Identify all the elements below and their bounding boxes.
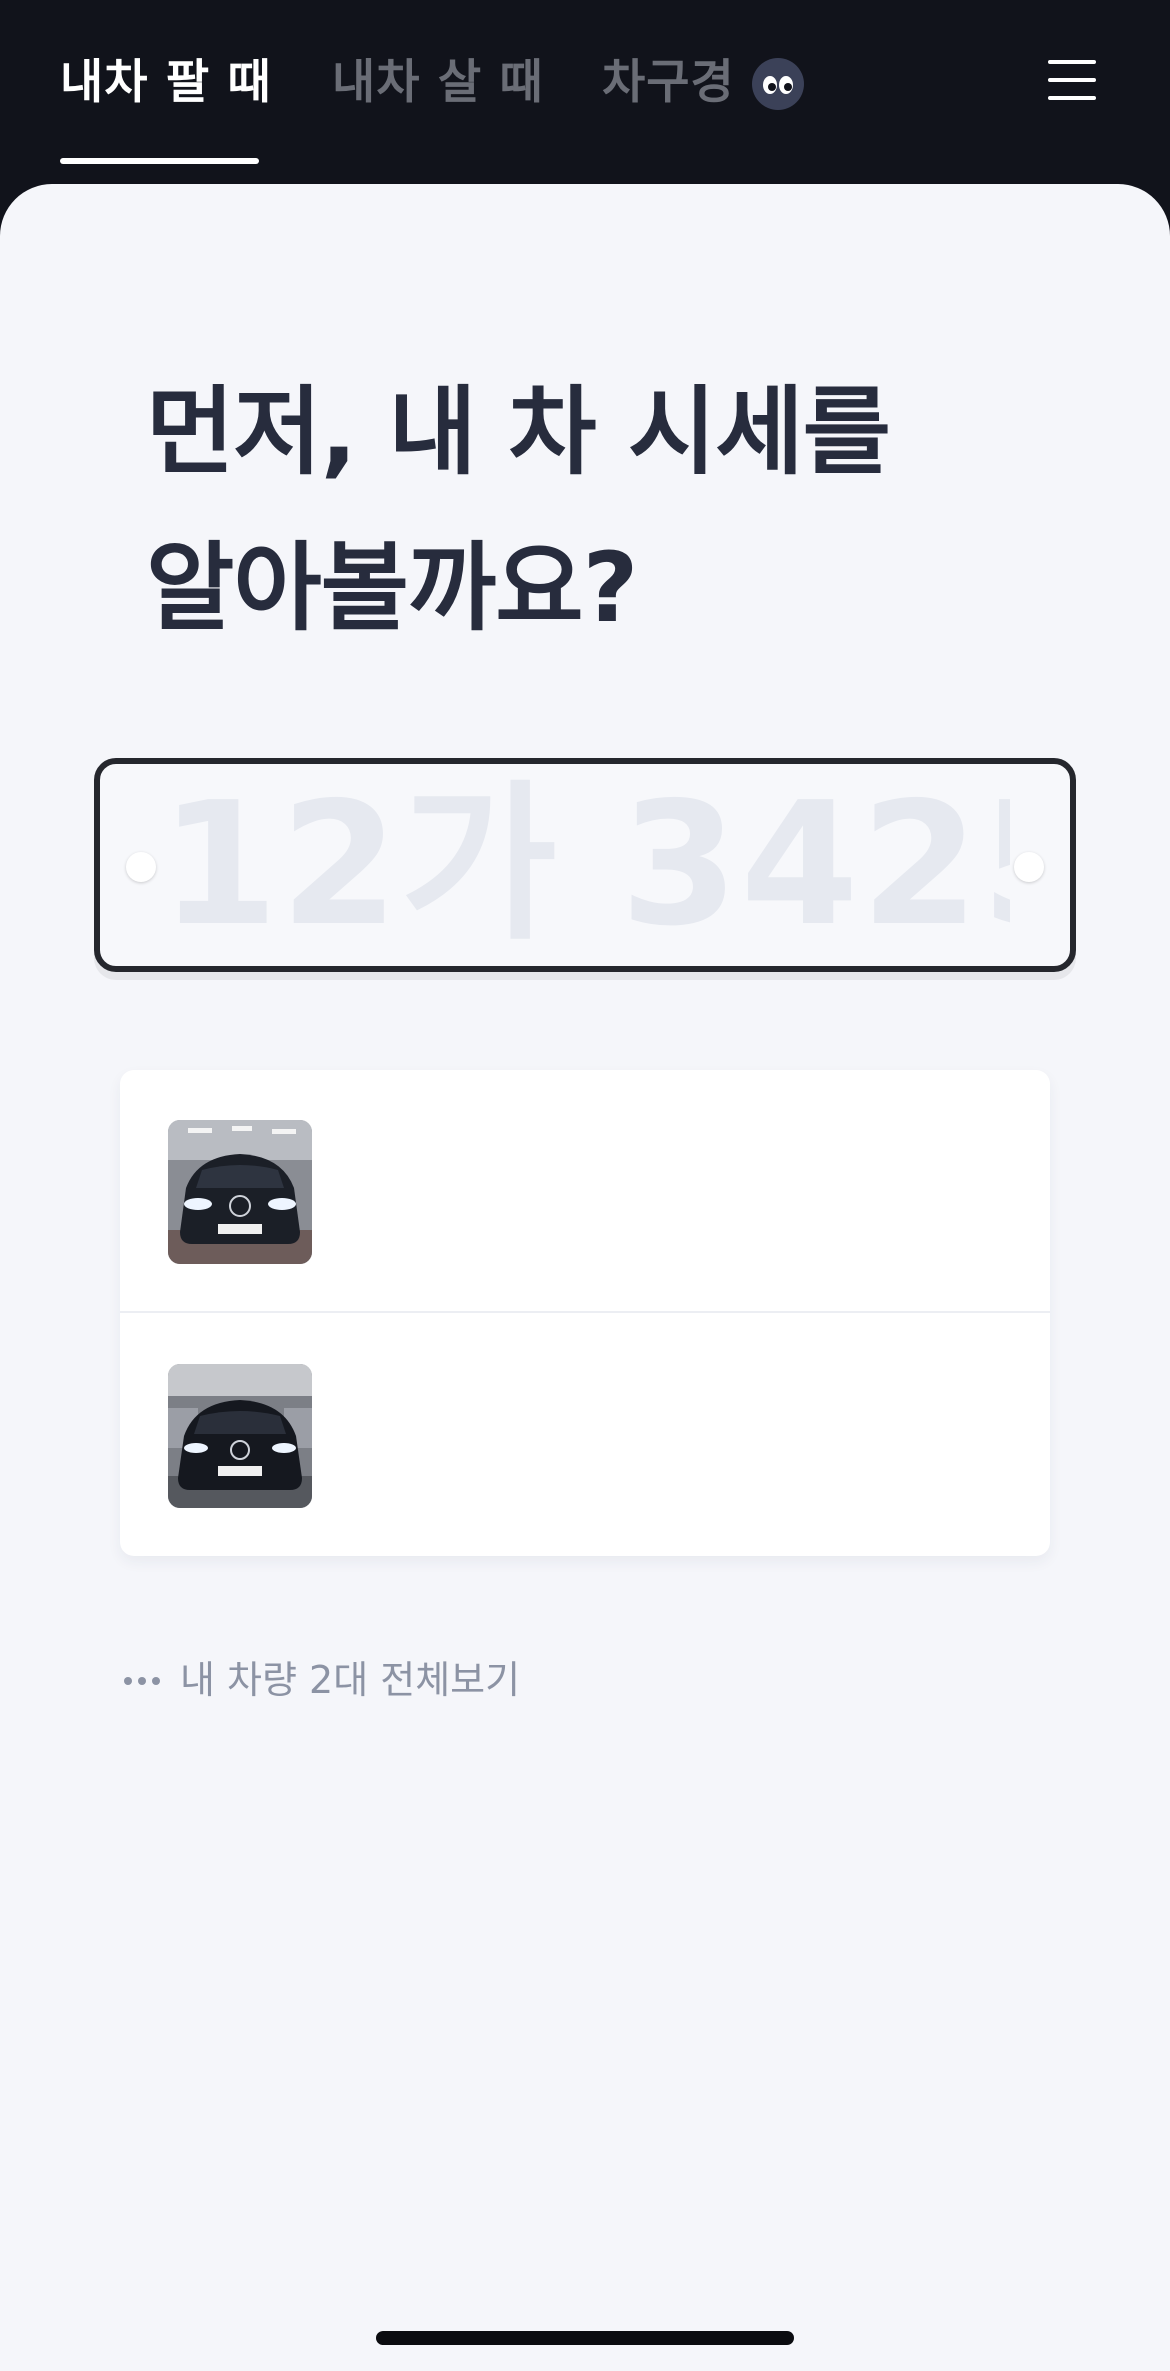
view-all-label: 내 차량 2대 전체보기 (180, 1658, 521, 1702)
hamburger-menu-icon[interactable] (1046, 56, 1100, 104)
home-indicator (376, 2331, 794, 2345)
tab-buy-car[interactable]: 내차 살 때 (332, 48, 544, 118)
plate-bolt-left (126, 852, 156, 882)
app-screen: 내차 팔 때 내차 살 때 차구경 먼저, 내 차 시세를 알아볼까요? 12가… (0, 0, 1170, 2371)
top-navigation: 내차 팔 때 내차 살 때 차구경 (0, 0, 1170, 184)
main-sheet: 먼저, 내 차 시세를 알아볼까요? 12가 3425 내 차량 2대 전체보기 (0, 184, 1170, 2371)
license-plate-input[interactable] (160, 770, 1010, 960)
active-tab-indicator (60, 158, 259, 164)
tab-car-browse[interactable]: 차구경 (602, 48, 735, 118)
page-title-line1: 먼저, 내 차 시세를 (146, 376, 891, 488)
page-title: 먼저, 내 차 시세를 알아볼까요? (146, 354, 1046, 666)
my-vehicle-list (120, 1070, 1050, 1556)
page-title-line2: 알아볼까요? (146, 532, 638, 644)
ellipsis-icon (124, 1650, 164, 1710)
plate-bolt-right (1014, 852, 1044, 882)
vehicle-row[interactable] (120, 1313, 1050, 1556)
vehicle-thumbnail (168, 1120, 312, 1264)
tab-sell-my-car[interactable]: 내차 팔 때 (60, 48, 272, 118)
eyes-icon[interactable] (752, 58, 804, 110)
license-plate-field[interactable] (94, 758, 1076, 972)
vehicle-row[interactable] (120, 1070, 1050, 1313)
view-all-vehicles-link[interactable]: 내 차량 2대 전체보기 (124, 1650, 520, 1710)
vehicle-thumbnail (168, 1364, 312, 1508)
